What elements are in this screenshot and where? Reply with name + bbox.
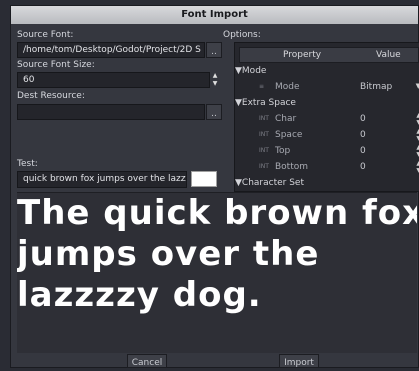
dest-resource-label: Dest Resource: xyxy=(17,91,85,101)
category-label: ▼Character Set xyxy=(235,178,304,188)
int-icon: INT xyxy=(259,115,269,122)
property-column-header: Property xyxy=(283,50,322,60)
property-value[interactable]: 0 xyxy=(360,146,366,156)
property-name: Bottom xyxy=(275,162,309,172)
expand-arrow-icon: ▼ xyxy=(235,66,242,76)
test-text-field[interactable]: quick brown fox jumps over the lazzz xyxy=(17,171,187,188)
property-name: Space xyxy=(275,130,303,140)
preview-line: lazzzzy dog. xyxy=(17,275,262,315)
font-preview-text: The quick brown fox jumps over the lazzz… xyxy=(17,193,417,316)
expand-arrow-icon: ▼ xyxy=(235,178,242,188)
category-row[interactable]: ▼Extra Space xyxy=(235,95,419,111)
property-name: Char xyxy=(275,114,297,124)
property-value[interactable]: 0 xyxy=(360,130,366,140)
test-label: Test: xyxy=(17,159,38,169)
property-row-space[interactable]: INT Space 0 ▲▼ xyxy=(235,127,419,143)
dest-resource-browse-button[interactable]: .. xyxy=(206,104,222,120)
list-icon: ≡ xyxy=(259,83,265,90)
property-value[interactable]: Bitmap xyxy=(360,82,392,92)
font-size-label: Source Font Size: xyxy=(17,60,95,70)
font-preview-area: The quick brown fox jumps over the lazzz… xyxy=(17,192,417,353)
font-size-field[interactable]: 60 xyxy=(17,72,210,88)
property-row-mode[interactable]: ≡ Mode Bitmap ▼ xyxy=(235,79,419,95)
cancel-button[interactable]: Cancel xyxy=(127,354,167,368)
property-value[interactable]: 0 xyxy=(360,114,366,124)
category-label: ▼Mode xyxy=(235,66,267,76)
import-button[interactable]: Import xyxy=(279,354,319,368)
font-size-stepper[interactable]: ▲ ▼ xyxy=(210,72,220,89)
font-import-dialog: Font Import Source Font: /home/tom/Deskt… xyxy=(10,5,419,368)
preview-line: jumps over the xyxy=(17,234,320,274)
property-name: Mode xyxy=(275,82,300,92)
property-row-bottom[interactable]: INT Bottom 0 ▲▼ xyxy=(235,159,419,175)
options-inspector: Property Value ▼Mode ≡ Mode Bitmap ▼ ▼Ex… xyxy=(234,42,419,192)
int-icon: INT xyxy=(259,147,269,154)
expand-arrow-icon: ▼ xyxy=(235,98,242,108)
property-header: Property Value xyxy=(239,47,419,63)
options-label: Options: xyxy=(223,30,261,40)
property-name: Top xyxy=(275,146,291,156)
property-value[interactable]: 0 xyxy=(360,162,366,172)
property-row-top[interactable]: INT Top 0 ▲▼ xyxy=(235,143,419,159)
property-row-char[interactable]: INT Char 0 ▲▼ xyxy=(235,111,419,127)
preview-line: The quick brown fox xyxy=(17,193,417,233)
value-column-header: Value xyxy=(376,50,401,60)
dropdown-arrow-icon[interactable]: ▼ xyxy=(416,82,419,90)
category-row[interactable]: ▼Mode xyxy=(235,63,419,79)
source-font-field[interactable]: /home/tom/Desktop/Godot/Project/2D S xyxy=(17,42,205,58)
dialog-title: Font Import xyxy=(11,6,418,24)
spin-up-icon[interactable]: ▲ xyxy=(210,72,220,80)
int-icon: INT xyxy=(259,131,269,138)
source-font-label: Source Font: xyxy=(17,30,74,40)
dest-resource-field[interactable] xyxy=(17,104,205,120)
test-color-swatch[interactable] xyxy=(191,171,217,187)
source-font-browse-button[interactable]: .. xyxy=(206,42,222,58)
category-label: ▼Extra Space xyxy=(235,98,296,108)
int-icon: INT xyxy=(259,163,269,170)
category-row[interactable]: ▼Character Set xyxy=(235,175,419,191)
spin-down-icon[interactable]: ▼ xyxy=(210,80,220,88)
